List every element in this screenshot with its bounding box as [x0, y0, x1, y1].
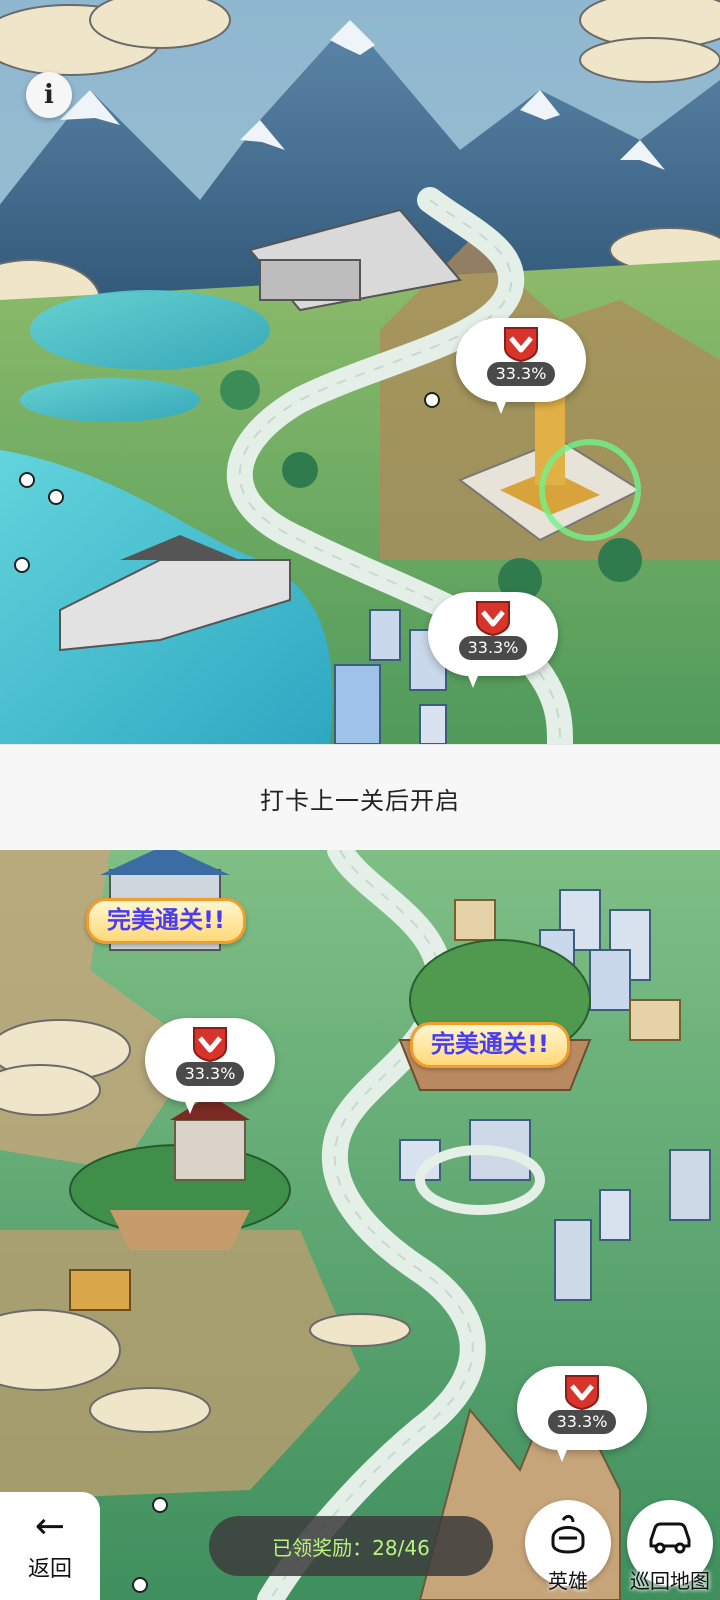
map-area-bottom[interactable]: 完美通关!! 完美通关!! 33.3% 33.3%: [0, 850, 720, 1600]
rewards-text: 已领奖励：28/46: [272, 1535, 430, 1560]
locked-section-banner: 打卡上一关后开启: [0, 744, 720, 852]
map-illustration-top: [0, 0, 720, 744]
progress-badge: 33.3%: [548, 1410, 616, 1434]
progress-badge: 33.3%: [487, 362, 555, 386]
shield-check-icon: [565, 1375, 599, 1410]
lock-message: 打卡上一关后开启: [260, 786, 460, 815]
game-screen: i 33.3% 33.3% 打卡上一关后开启 完美通关!! 完美通关!! 33.…: [0, 0, 720, 1600]
tour-map-label: 巡回地图: [630, 1569, 710, 1593]
shield-check-icon: [504, 327, 538, 362]
perfect-clear-badge: 完美通关!!: [86, 898, 246, 944]
back-arrow-icon: ←: [34, 1506, 66, 1547]
progress-badge: 33.3%: [459, 636, 527, 660]
level-pin[interactable]: 33.3%: [428, 592, 558, 688]
map-illustration-bottom: [0, 850, 720, 1600]
level-pin[interactable]: 33.3%: [456, 318, 586, 414]
car-icon: [649, 1522, 691, 1554]
tour-map-button[interactable]: 巡回地图: [627, 1500, 713, 1593]
shield-check-icon: [193, 1027, 227, 1062]
progress-badge: 33.3%: [176, 1062, 244, 1086]
hero-helmet-icon: [551, 1514, 585, 1554]
back-button[interactable]: ← 返回: [0, 1492, 100, 1600]
shield-check-icon: [476, 601, 510, 636]
level-pin[interactable]: 33.3%: [517, 1366, 647, 1462]
perfect-clear-badge: 完美通关!!: [410, 1022, 570, 1068]
level-pin[interactable]: 33.3%: [145, 1018, 275, 1114]
map-area-top[interactable]: i 33.3% 33.3%: [0, 0, 720, 744]
hero-label: 英雄: [548, 1569, 588, 1593]
hero-button[interactable]: 英雄: [525, 1500, 611, 1593]
rewards-claimed-pill[interactable]: 已领奖励：28/46: [209, 1516, 493, 1576]
info-button[interactable]: i: [26, 72, 72, 118]
back-label: 返回: [27, 1557, 72, 1582]
info-icon: i: [44, 80, 54, 110]
